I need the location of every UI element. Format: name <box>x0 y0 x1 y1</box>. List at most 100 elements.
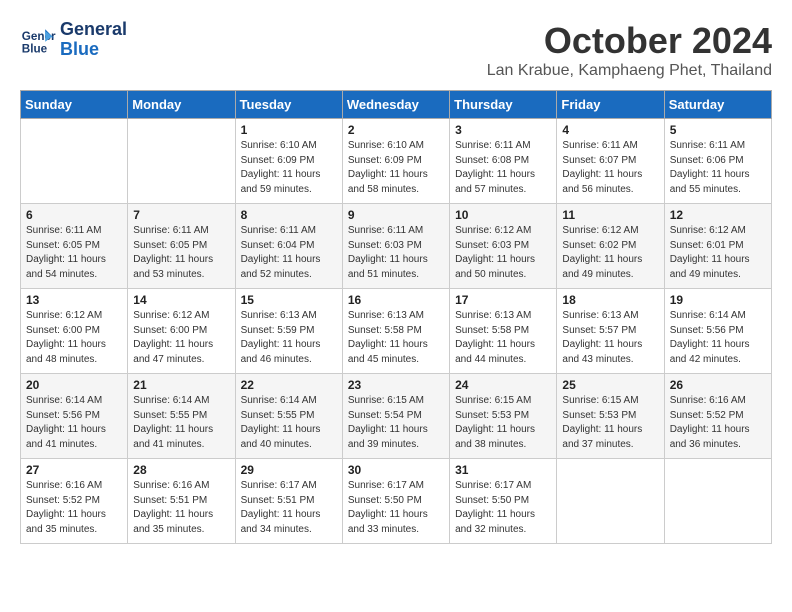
day-number: 24 <box>455 378 552 392</box>
day-number: 7 <box>133 208 230 222</box>
calendar-cell: 7 Sunrise: 6:11 AM Sunset: 6:05 PM Daylig… <box>128 204 235 289</box>
day-number: 4 <box>562 123 659 137</box>
day-number: 14 <box>133 293 230 307</box>
day-info: Sunrise: 6:15 AM Sunset: 5:54 PM Dayligh… <box>348 394 445 452</box>
day-number: 3 <box>455 123 552 137</box>
week-row-2: 6Sunrise: 6:11 AM Sunset: 6:05 PM Daylig… <box>21 204 772 289</box>
calendar-cell: 19Sunrise: 6:14 AM Sunset: 5:56 PM Dayli… <box>664 289 771 374</box>
calendar-cell: 6Sunrise: 6:11 AM Sunset: 6:05 PM Daylig… <box>21 204 128 289</box>
weekday-header-tuesday: Tuesday <box>235 91 342 119</box>
calendar-cell: 21Sunrise: 6:14 AM Sunset: 5:55 PM Dayli… <box>128 374 235 459</box>
day-info: Sunrise: 6:14 AM Sunset: 5:56 PM Dayligh… <box>26 394 123 452</box>
calendar-cell: 13 Sunrise: 6:12 AM Sunset: 6:00 PM Dayli… <box>21 289 128 374</box>
weekday-header-thursday: Thursday <box>450 91 557 119</box>
day-info: Sunrise: 6:16 AM Sunset: 5:52 PM Dayligh… <box>670 394 767 452</box>
month-title: October 2024 <box>487 20 772 62</box>
day-number: 30 <box>348 463 445 477</box>
calendar-table: SundayMondayTuesdayWednesdayThursdayFrid… <box>20 90 772 544</box>
calendar-cell: 24 Sunrise: 6:15 AM Sunset: 5:53 PM Dayli… <box>450 374 557 459</box>
day-number: 9 <box>348 208 445 222</box>
week-row-5: 27Sunrise: 6:16 AM Sunset: 5:52 PM Dayli… <box>21 459 772 544</box>
calendar-cell <box>557 459 664 544</box>
calendar-cell: 17 Sunrise: 6:13 AM Sunset: 5:58 PM Dayli… <box>450 289 557 374</box>
day-number: 20 <box>26 378 123 392</box>
calendar-cell: 16Sunrise: 6:13 AM Sunset: 5:58 PM Dayli… <box>342 289 449 374</box>
weekday-header-sunday: Sunday <box>21 91 128 119</box>
week-row-1: 1 Sunrise: 6:10 AM Sunset: 6:09 PM Daylig… <box>21 119 772 204</box>
calendar-cell: 9 Sunrise: 6:11 AM Sunset: 6:03 PM Daylig… <box>342 204 449 289</box>
day-number: 5 <box>670 123 767 137</box>
day-info: Sunrise: 6:10 AM Sunset: 6:09 PM Dayligh… <box>348 139 445 197</box>
day-info: Sunrise: 6:12 AM Sunset: 6:03 PM Dayligh… <box>455 224 552 282</box>
day-number: 11 <box>562 208 659 222</box>
calendar-cell: 2 Sunrise: 6:10 AM Sunset: 6:09 PM Daylig… <box>342 119 449 204</box>
day-number: 1 <box>241 123 338 137</box>
day-info: Sunrise: 6:11 AM Sunset: 6:06 PM Dayligh… <box>670 139 767 197</box>
day-info: Sunrise: 6:12 AM Sunset: 6:00 PM Dayligh… <box>26 309 123 367</box>
day-info: Sunrise: 6:13 AM Sunset: 5:58 PM Dayligh… <box>455 309 552 367</box>
day-info: Sunrise: 6:14 AM Sunset: 5:55 PM Dayligh… <box>241 394 338 452</box>
day-info: Sunrise: 6:11 AM Sunset: 6:05 PM Dayligh… <box>133 224 230 282</box>
day-info: Sunrise: 6:16 AM Sunset: 5:51 PM Dayligh… <box>133 479 230 537</box>
calendar-cell <box>664 459 771 544</box>
day-number: 29 <box>241 463 338 477</box>
week-row-3: 13 Sunrise: 6:12 AM Sunset: 6:00 PM Dayli… <box>21 289 772 374</box>
location-title: Lan Krabue, Kamphaeng Phet, Thailand <box>487 62 772 80</box>
day-number: 31 <box>455 463 552 477</box>
calendar-cell <box>128 119 235 204</box>
day-info: Sunrise: 6:15 AM Sunset: 5:53 PM Dayligh… <box>455 394 552 452</box>
calendar-cell: 5 Sunrise: 6:11 AM Sunset: 6:06 PM Daylig… <box>664 119 771 204</box>
calendar-cell: 28 Sunrise: 6:16 AM Sunset: 5:51 PM Dayli… <box>128 459 235 544</box>
day-info: Sunrise: 6:14 AM Sunset: 5:56 PM Dayligh… <box>670 309 767 367</box>
day-number: 13 <box>26 293 123 307</box>
calendar-cell: 1 Sunrise: 6:10 AM Sunset: 6:09 PM Daylig… <box>235 119 342 204</box>
calendar-cell: 3 Sunrise: 6:11 AM Sunset: 6:08 PM Daylig… <box>450 119 557 204</box>
calendar-cell: 27Sunrise: 6:16 AM Sunset: 5:52 PM Dayli… <box>21 459 128 544</box>
calendar-cell: 18 Sunrise: 6:13 AM Sunset: 5:57 PM Dayli… <box>557 289 664 374</box>
calendar-cell: 29 Sunrise: 6:17 AM Sunset: 5:51 PM Dayli… <box>235 459 342 544</box>
day-info: Sunrise: 6:17 AM Sunset: 5:50 PM Dayligh… <box>348 479 445 537</box>
day-number: 2 <box>348 123 445 137</box>
logo-blue: Blue <box>60 40 127 60</box>
day-number: 17 <box>455 293 552 307</box>
day-number: 10 <box>455 208 552 222</box>
day-info: Sunrise: 6:11 AM Sunset: 6:08 PM Dayligh… <box>455 139 552 197</box>
calendar-cell: 4 Sunrise: 6:11 AM Sunset: 6:07 PM Daylig… <box>557 119 664 204</box>
week-row-4: 20 Sunrise: 6:14 AM Sunset: 5:56 PM Dayli… <box>21 374 772 459</box>
day-number: 18 <box>562 293 659 307</box>
calendar-cell: 26 Sunrise: 6:16 AM Sunset: 5:52 PM Dayli… <box>664 374 771 459</box>
day-number: 15 <box>241 293 338 307</box>
day-info: Sunrise: 6:13 AM Sunset: 5:57 PM Dayligh… <box>562 309 659 367</box>
day-info: Sunrise: 6:17 AM Sunset: 5:51 PM Dayligh… <box>241 479 338 537</box>
calendar-cell: 14 Sunrise: 6:12 AM Sunset: 6:00 PM Dayli… <box>128 289 235 374</box>
calendar-cell: 8Sunrise: 6:11 AM Sunset: 6:04 PM Daylig… <box>235 204 342 289</box>
logo-general: General <box>60 20 127 40</box>
day-number: 25 <box>562 378 659 392</box>
calendar-cell: 15 Sunrise: 6:13 AM Sunset: 5:59 PM Dayli… <box>235 289 342 374</box>
day-number: 23 <box>348 378 445 392</box>
day-info: Sunrise: 6:13 AM Sunset: 5:59 PM Dayligh… <box>241 309 338 367</box>
calendar-cell: 11 Sunrise: 6:12 AM Sunset: 6:02 PM Dayli… <box>557 204 664 289</box>
calendar-cell: 25 Sunrise: 6:15 AM Sunset: 5:53 PM Dayli… <box>557 374 664 459</box>
day-info: Sunrise: 6:10 AM Sunset: 6:09 PM Dayligh… <box>241 139 338 197</box>
calendar-cell: 23 Sunrise: 6:15 AM Sunset: 5:54 PM Dayli… <box>342 374 449 459</box>
day-info: Sunrise: 6:15 AM Sunset: 5:53 PM Dayligh… <box>562 394 659 452</box>
day-info: Sunrise: 6:11 AM Sunset: 6:03 PM Dayligh… <box>348 224 445 282</box>
day-info: Sunrise: 6:11 AM Sunset: 6:07 PM Dayligh… <box>562 139 659 197</box>
day-number: 27 <box>26 463 123 477</box>
page-header: General Blue General Blue October 2024 L… <box>20 20 772 80</box>
calendar-cell: 10 Sunrise: 6:12 AM Sunset: 6:03 PM Dayli… <box>450 204 557 289</box>
day-info: Sunrise: 6:12 AM Sunset: 6:00 PM Dayligh… <box>133 309 230 367</box>
svg-text:Blue: Blue <box>22 42 48 55</box>
day-number: 16 <box>348 293 445 307</box>
day-info: Sunrise: 6:12 AM Sunset: 6:01 PM Dayligh… <box>670 224 767 282</box>
day-number: 26 <box>670 378 767 392</box>
day-number: 21 <box>133 378 230 392</box>
calendar-cell: 22Sunrise: 6:14 AM Sunset: 5:55 PM Dayli… <box>235 374 342 459</box>
day-info: Sunrise: 6:12 AM Sunset: 6:02 PM Dayligh… <box>562 224 659 282</box>
weekday-header-friday: Friday <box>557 91 664 119</box>
day-number: 28 <box>133 463 230 477</box>
calendar-cell: 20 Sunrise: 6:14 AM Sunset: 5:56 PM Dayli… <box>21 374 128 459</box>
calendar-cell: 30 Sunrise: 6:17 AM Sunset: 5:50 PM Dayli… <box>342 459 449 544</box>
day-number: 12 <box>670 208 767 222</box>
